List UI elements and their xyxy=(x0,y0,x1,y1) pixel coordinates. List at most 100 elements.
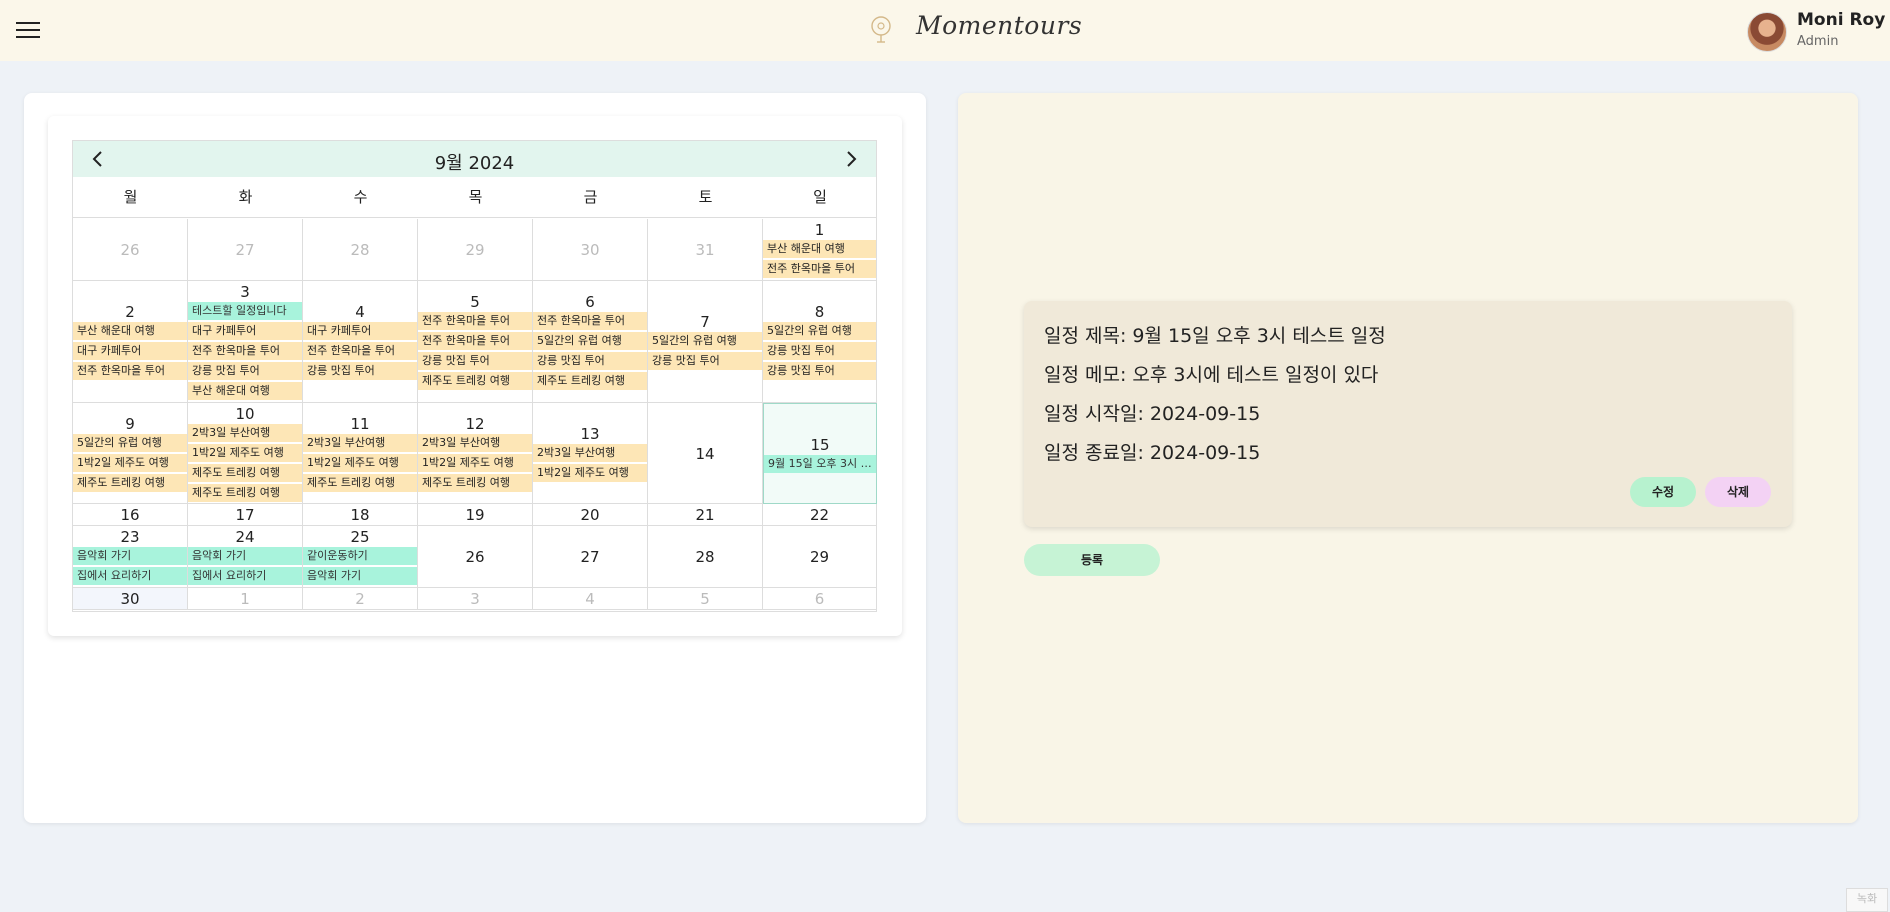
calendar-event[interactable]: 강릉 맛집 투어 xyxy=(303,362,417,380)
calendar-event[interactable]: 전주 한옥마을 투어 xyxy=(303,342,417,360)
calendar-event[interactable]: 테스트할 일정입니다 xyxy=(188,302,302,320)
day-number: 3 xyxy=(240,283,250,301)
calendar-event[interactable]: 강릉 맛집 투어 xyxy=(188,362,302,380)
calendar-day-cell[interactable]: 2 xyxy=(303,588,418,610)
calendar-day-cell[interactable]: 28 xyxy=(648,526,763,588)
calendar-day-cell[interactable]: 17 xyxy=(188,504,303,526)
delete-button[interactable]: 삭제 xyxy=(1705,477,1771,507)
calendar-day-cell[interactable]: 18 xyxy=(303,504,418,526)
calendar-day-cell[interactable]: 1 xyxy=(188,588,303,610)
calendar-event[interactable]: 제주도 트레킹 여행 xyxy=(418,474,532,492)
calendar-day-cell[interactable]: 4 대구 카페투어 전주 한옥마을 투어 강릉 맛집 투어 xyxy=(303,281,418,403)
calendar-event[interactable]: 5일간의 유럽 여행 xyxy=(533,332,647,350)
calendar-day-cell[interactable]: 6 전주 한옥마을 투어 5일간의 유럽 여행 강릉 맛집 투어 제주도 트레킹 여행 xyxy=(533,281,648,403)
calendar-event[interactable]: 강릉 맛집 투어 xyxy=(533,352,647,370)
calendar-day-cell[interactable]: 20 xyxy=(533,504,648,526)
calendar-day-cell[interactable]: 8 5일간의 유럽 여행 강릉 맛집 투어 강릉 맛집 투어 xyxy=(763,281,877,403)
calendar-day-cell[interactable]: 26 xyxy=(73,219,188,281)
calendar-day-cell[interactable]: 29 xyxy=(763,526,877,588)
calendar-event[interactable]: 집에서 요리하기 xyxy=(188,567,302,585)
calendar-day-cell[interactable]: 9 5일간의 유럽 여행 1박2일 제주도 여행 제주도 트레킹 여행 xyxy=(73,403,188,504)
calendar-event[interactable]: 부산 해운대 여행 xyxy=(763,240,876,258)
calendar-event[interactable]: 1박2일 제주도 여행 xyxy=(533,464,647,482)
record-chip[interactable]: 녹화 xyxy=(1846,888,1888,912)
calendar-day-cell[interactable]: 16 xyxy=(73,504,188,526)
calendar-day-cell[interactable]: 25 같이운동하기 음악회 가기 xyxy=(303,526,418,588)
calendar-event[interactable]: 제주도 트레킹 여행 xyxy=(188,484,302,502)
calendar-event[interactable]: 5일간의 유럽 여행 xyxy=(648,332,762,350)
calendar-event[interactable]: 부산 해운대 여행 xyxy=(188,382,302,400)
calendar-day-cell[interactable]: 30 xyxy=(533,219,648,281)
calendar-day-cell[interactable]: 3 테스트할 일정입니다대구 카페투어전주 한옥마을 투어강릉 맛집 투어부산 해… xyxy=(188,281,303,403)
calendar-event[interactable]: 2박3일 부산여행 xyxy=(303,434,417,452)
avatar[interactable] xyxy=(1747,12,1787,52)
calendar-event[interactable]: 대구 카페투어 xyxy=(73,342,187,360)
calendar-day-cell[interactable]: 159월 15일 오후 3시 테스트 일정 xyxy=(763,403,877,504)
calendar-day-cell[interactable]: 31 xyxy=(648,219,763,281)
calendar-day-cell[interactable]: 5 xyxy=(648,588,763,610)
calendar-event[interactable]: 전주 한옥마을 투어 xyxy=(763,260,876,278)
calendar-event[interactable]: 9월 15일 오후 3시 테스트 일정 xyxy=(764,455,876,473)
calendar-event[interactable]: 강릉 맛집 투어 xyxy=(763,342,876,360)
next-month-icon[interactable] xyxy=(840,148,862,170)
calendar-day-cell[interactable]: 10 2박3일 부산여행 1박2일 제주도 여행 제주도 트레킹 여행 제주도 트레킹 … xyxy=(188,403,303,504)
calendar-day-cell[interactable]: 5 전주 한옥마을 투어 전주 한옥마을 투어 강릉 맛집 투어 제주도 트레킹 여행 xyxy=(418,281,533,403)
calendar-day-cell[interactable]: 29 xyxy=(418,219,533,281)
calendar-day-cell[interactable]: 13 2박3일 부산여행 1박2일 제주도 여행 xyxy=(533,403,648,504)
calendar-day-cell[interactable]: 26 xyxy=(418,526,533,588)
calendar-event[interactable]: 부산 해운대 여행 xyxy=(73,322,187,340)
calendar-event[interactable]: 강릉 맛집 투어 xyxy=(418,352,532,370)
calendar-event[interactable]: 2박3일 부산여행 xyxy=(418,434,532,452)
register-button[interactable]: 등록 xyxy=(1024,544,1160,576)
calendar-event[interactable]: 음악회 가기 xyxy=(188,547,302,565)
calendar-day-cell[interactable]: 14 xyxy=(648,403,763,504)
calendar-day-cell[interactable]: 24 음악회 가기 집에서 요리하기 xyxy=(188,526,303,588)
calendar-day-cell[interactable]: 19 xyxy=(418,504,533,526)
calendar-event[interactable]: 전주 한옥마을 투어 xyxy=(73,362,187,380)
calendar-event[interactable]: 대구 카페투어 xyxy=(303,322,417,340)
calendar-day-cell[interactable]: 22 xyxy=(763,504,877,526)
calendar-day-cell[interactable]: 23 음악회 가기 집에서 요리하기 xyxy=(73,526,188,588)
calendar-event[interactable]: 강릉 맛집 투어 xyxy=(763,362,876,380)
calendar-event[interactable]: 1박2일 제주도 여행 xyxy=(73,454,187,472)
calendar-day-cell[interactable]: 21 xyxy=(648,504,763,526)
event-memo: 일정 메모: 오후 3시에 테스트 일정이 있다 xyxy=(1044,364,1379,386)
calendar-event[interactable]: 전주 한옥마을 투어 xyxy=(533,312,647,330)
calendar-event[interactable]: 제주도 트레킹 여행 xyxy=(188,464,302,482)
calendar-day-cell[interactable]: 1 부산 해운대 여행 전주 한옥마을 투어 xyxy=(763,219,877,281)
calendar-day-cell[interactable]: 4 xyxy=(533,588,648,610)
calendar-day-cell[interactable]: 7 5일간의 유럽 여행 강릉 맛집 투어 xyxy=(648,281,763,403)
calendar-event[interactable]: 전주 한옥마을 투어 xyxy=(418,312,532,330)
calendar-day-cell[interactable]: 11 2박3일 부산여행 1박2일 제주도 여행 제주도 트레킹 여행 xyxy=(303,403,418,504)
calendar-event[interactable]: 전주 한옥마을 투어 xyxy=(418,332,532,350)
calendar-event[interactable]: 1박2일 제주도 여행 xyxy=(303,454,417,472)
calendar-day-cell[interactable]: 27 xyxy=(188,219,303,281)
calendar-event[interactable]: 음악회 가기 xyxy=(73,547,187,565)
calendar-event[interactable]: 5일간의 유럽 여행 xyxy=(73,434,187,452)
calendar-event[interactable]: 제주도 트레킹 여행 xyxy=(418,372,532,390)
day-number: 18 xyxy=(350,506,370,524)
calendar-day-cell[interactable]: 12 2박3일 부산여행 1박2일 제주도 여행 제주도 트레킹 여행 xyxy=(418,403,533,504)
calendar-event[interactable]: 대구 카페투어 xyxy=(188,322,302,340)
calendar-event[interactable]: 제주도 트레킹 여행 xyxy=(533,372,647,390)
edit-button[interactable]: 수정 xyxy=(1630,477,1696,507)
calendar-event[interactable]: 5일간의 유럽 여행 xyxy=(763,322,876,340)
calendar-event[interactable]: 2박3일 부산여행 xyxy=(188,424,302,442)
calendar-day-cell[interactable]: 3 xyxy=(418,588,533,610)
calendar-event[interactable]: 전주 한옥마을 투어 xyxy=(188,342,302,360)
calendar-event[interactable]: 1박2일 제주도 여행 xyxy=(418,454,532,472)
calendar-event[interactable]: 1박2일 제주도 여행 xyxy=(188,444,302,462)
calendar-event[interactable]: 같이운동하기 xyxy=(303,547,417,565)
calendar-event[interactable]: 2박3일 부산여행 xyxy=(533,444,647,462)
calendar-event[interactable]: 음악회 가기 xyxy=(303,567,417,585)
calendar-event[interactable]: 강릉 맛집 투어 xyxy=(648,352,762,370)
calendar-event[interactable]: 제주도 트레킹 여행 xyxy=(73,474,187,492)
calendar-event[interactable]: 집에서 요리하기 xyxy=(73,567,187,585)
calendar-day-cell[interactable]: 6 xyxy=(763,588,877,610)
menu-icon[interactable] xyxy=(16,18,40,42)
calendar-day-cell[interactable]: 27 xyxy=(533,526,648,588)
calendar-event[interactable]: 제주도 트레킹 여행 xyxy=(303,474,417,492)
calendar-day-cell[interactable]: 2 부산 해운대 여행 대구 카페투어 전주 한옥마을 투어 xyxy=(73,281,188,403)
calendar-day-cell[interactable]: 30 xyxy=(73,588,188,610)
calendar-day-cell[interactable]: 28 xyxy=(303,219,418,281)
